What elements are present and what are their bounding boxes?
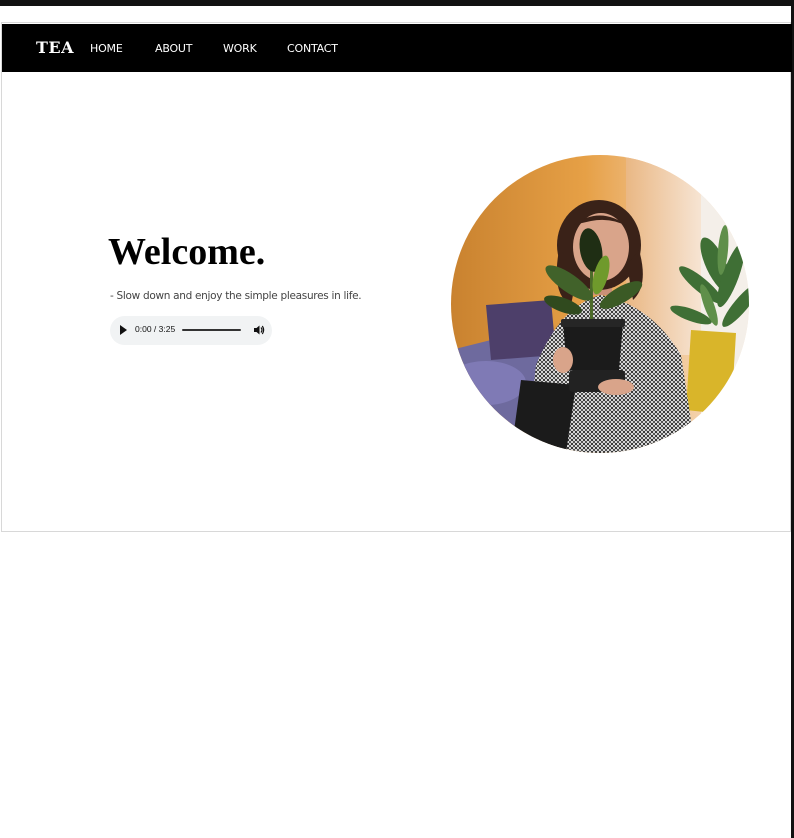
audio-time: 0:00 / 3:25 [135,324,176,334]
nav-link-home[interactable]: HOME [90,42,123,55]
nav-link-contact[interactable]: CONTACT [287,42,338,55]
navbar: TEA HOME ABOUT WORK CONTACT [2,24,792,72]
window-top-border [0,0,794,6]
nav-link-work[interactable]: WORK [223,42,257,55]
hero-subtitle: - Slow down and enjoy the simple pleasur… [110,290,362,302]
hero-title: Welcome. [108,231,266,273]
play-icon[interactable] [120,325,127,335]
woman-with-plant-photo [451,155,749,453]
hero-image [451,155,749,453]
audio-player: 0:00 / 3:25 [110,316,272,345]
nav-link-about[interactable]: ABOUT [155,42,193,55]
brand-logo[interactable]: TEA [36,38,74,57]
audio-progress-bar[interactable] [182,329,241,331]
volume-icon[interactable] [253,324,265,336]
